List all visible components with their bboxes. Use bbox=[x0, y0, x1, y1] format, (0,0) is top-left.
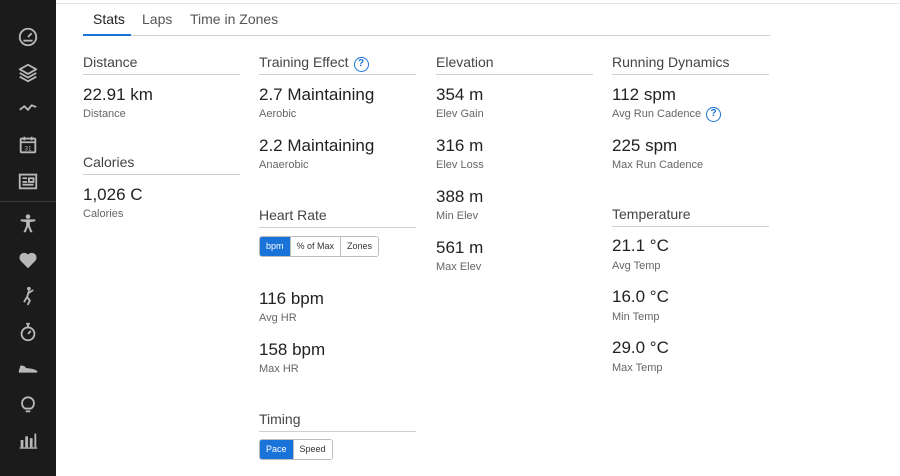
svg-text:31: 31 bbox=[24, 146, 32, 153]
anaerobic-label: Anaerobic bbox=[259, 159, 309, 171]
max-temp-label: Max Temp bbox=[612, 362, 663, 374]
header-divider bbox=[56, 3, 900, 4]
max-temp-value: 29.0 °C bbox=[612, 338, 669, 357]
min-temp-value: 16.0 °C bbox=[612, 287, 669, 306]
calendar-icon[interactable]: 31 bbox=[16, 133, 40, 157]
cadence-help-icon[interactable]: ? bbox=[706, 107, 722, 122]
elev-gain-value: 354 m bbox=[436, 85, 484, 104]
aerobic-label: Aerobic bbox=[259, 108, 297, 120]
max-hr-label: Max HR bbox=[259, 363, 299, 375]
avg-temp-value: 21.1 °C bbox=[612, 236, 669, 255]
training-effect-heading-text: Training Effect bbox=[259, 54, 349, 70]
sidebar: 31 bbox=[0, 0, 56, 476]
min-elev-value: 388 m bbox=[436, 187, 484, 206]
distance-label: Distance bbox=[83, 108, 126, 120]
hr-percent-max-button[interactable]: % of Max bbox=[290, 237, 342, 256]
heart-icon[interactable] bbox=[16, 248, 40, 272]
tab-stats[interactable]: Stats bbox=[93, 11, 125, 27]
activity-pulse-icon[interactable] bbox=[16, 96, 40, 120]
avg-hr-value: 116 bpm bbox=[259, 289, 324, 308]
distance-value: 22.91 km bbox=[83, 85, 153, 104]
heart-rate-heading: Heart Rate bbox=[259, 207, 416, 228]
person-fitness-icon[interactable] bbox=[16, 212, 40, 236]
golf-icon[interactable] bbox=[16, 284, 40, 308]
max-cadence-label: Max Run Cadence bbox=[612, 159, 704, 171]
timing-speed-button[interactable]: Speed bbox=[293, 440, 332, 459]
lightbulb-icon[interactable] bbox=[16, 392, 40, 416]
avg-cadence-label: Avg Run Cadence? bbox=[612, 107, 722, 122]
elev-loss-label: Elev Loss bbox=[436, 159, 484, 171]
heart-rate-unit-toggle: bpm % of Max Zones bbox=[259, 236, 380, 257]
tab-laps[interactable]: Laps bbox=[142, 11, 172, 27]
elev-loss-value: 316 m bbox=[436, 136, 484, 155]
running-dynamics-heading: Running Dynamics bbox=[612, 54, 769, 75]
hr-bpm-button[interactable]: bpm bbox=[260, 237, 291, 256]
training-effect-help-icon[interactable]: ? bbox=[353, 57, 369, 72]
timing-mode-toggle: Pace Speed bbox=[259, 439, 333, 460]
timing-pace-button[interactable]: Pace bbox=[260, 440, 294, 459]
shoe-icon[interactable] bbox=[16, 356, 40, 380]
temperature-heading: Temperature bbox=[612, 206, 769, 227]
news-icon[interactable] bbox=[16, 169, 40, 193]
calories-heading: Calories bbox=[83, 154, 240, 175]
max-hr-value: 158 bpm bbox=[259, 340, 326, 359]
timing-heading: Timing bbox=[259, 411, 416, 432]
avg-cadence-value: 112 spm bbox=[612, 85, 676, 104]
anaerobic-value: 2.2 Maintaining bbox=[259, 136, 375, 155]
sidebar-divider bbox=[0, 201, 56, 202]
calories-value: 1,026 C bbox=[83, 185, 143, 204]
elevation-heading: Elevation bbox=[436, 54, 593, 75]
min-elev-label: Min Elev bbox=[436, 210, 479, 222]
active-tab-indicator bbox=[83, 34, 131, 36]
avg-temp-label: Avg Temp bbox=[612, 260, 661, 272]
avg-cadence-label-text: Avg Run Cadence bbox=[612, 108, 702, 120]
min-temp-label: Min Temp bbox=[612, 311, 660, 323]
distance-heading: Distance bbox=[83, 54, 240, 75]
tab-time-in-zones[interactable]: Time in Zones bbox=[190, 11, 278, 27]
dashboard-gauge-icon[interactable] bbox=[16, 25, 40, 49]
aerobic-value: 2.7 Maintaining bbox=[259, 85, 375, 104]
max-cadence-value: 225 spm bbox=[612, 136, 678, 155]
layers-icon[interactable] bbox=[16, 61, 40, 85]
stats-tab-bar: Stats Laps Time in Zones bbox=[83, 8, 770, 36]
elev-gain-label: Elev Gain bbox=[436, 108, 484, 120]
bar-chart-icon[interactable] bbox=[16, 428, 40, 452]
training-effect-heading: Training Effect? bbox=[259, 54, 416, 75]
stopwatch-icon[interactable] bbox=[16, 320, 40, 344]
avg-hr-label: Avg HR bbox=[259, 312, 297, 324]
max-elev-label: Max Elev bbox=[436, 261, 482, 273]
calories-label: Calories bbox=[83, 208, 124, 220]
hr-zones-button[interactable]: Zones bbox=[341, 237, 379, 256]
max-elev-value: 561 m bbox=[436, 238, 484, 257]
